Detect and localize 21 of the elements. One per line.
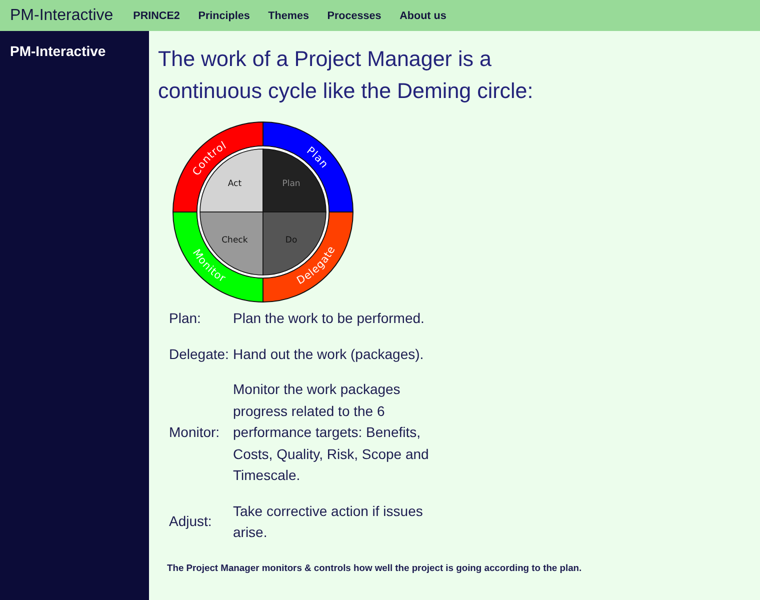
definition-text: Take corrective action if issues arise. xyxy=(233,502,424,542)
definition-text: Monitor the work packages progress related to the 6 performance targets: Benefits, Costs, Quality, Risk, Scope and Timescale. xyxy=(233,380,430,485)
definition-term: Plan: xyxy=(169,309,202,328)
quadrant-label: Do xyxy=(285,236,298,246)
sidebar-title: PM-Interactive xyxy=(10,44,107,58)
quadrant-label: Act xyxy=(228,179,242,190)
footnote-text: The Project Manager monitors & controls how well the project is going according to the plan. xyxy=(167,562,583,574)
quadrant-label: Plan xyxy=(282,179,300,190)
nav-link[interactable]: Processes xyxy=(327,10,382,22)
nav-link[interactable]: Principles xyxy=(198,10,250,22)
quadrant-label: Check xyxy=(222,236,248,246)
page-heading: The work of a Project Manager is a continuous cycle like the Deming circle: xyxy=(158,46,534,105)
brand-link[interactable]: PM-Interactive xyxy=(10,6,114,24)
nav-link[interactable]: About us xyxy=(400,10,446,22)
definition-text: Plan the work to be performed. xyxy=(233,309,426,328)
nav-link[interactable]: PRINCE2 xyxy=(133,10,180,22)
definition-term: Delegate: xyxy=(169,344,230,364)
definition-text: Hand out the work (packages). xyxy=(233,344,425,364)
nav-link[interactable]: Themes xyxy=(268,10,309,22)
definition-term: Adjust: xyxy=(169,512,213,532)
definition-term: Monitor: xyxy=(169,423,221,442)
